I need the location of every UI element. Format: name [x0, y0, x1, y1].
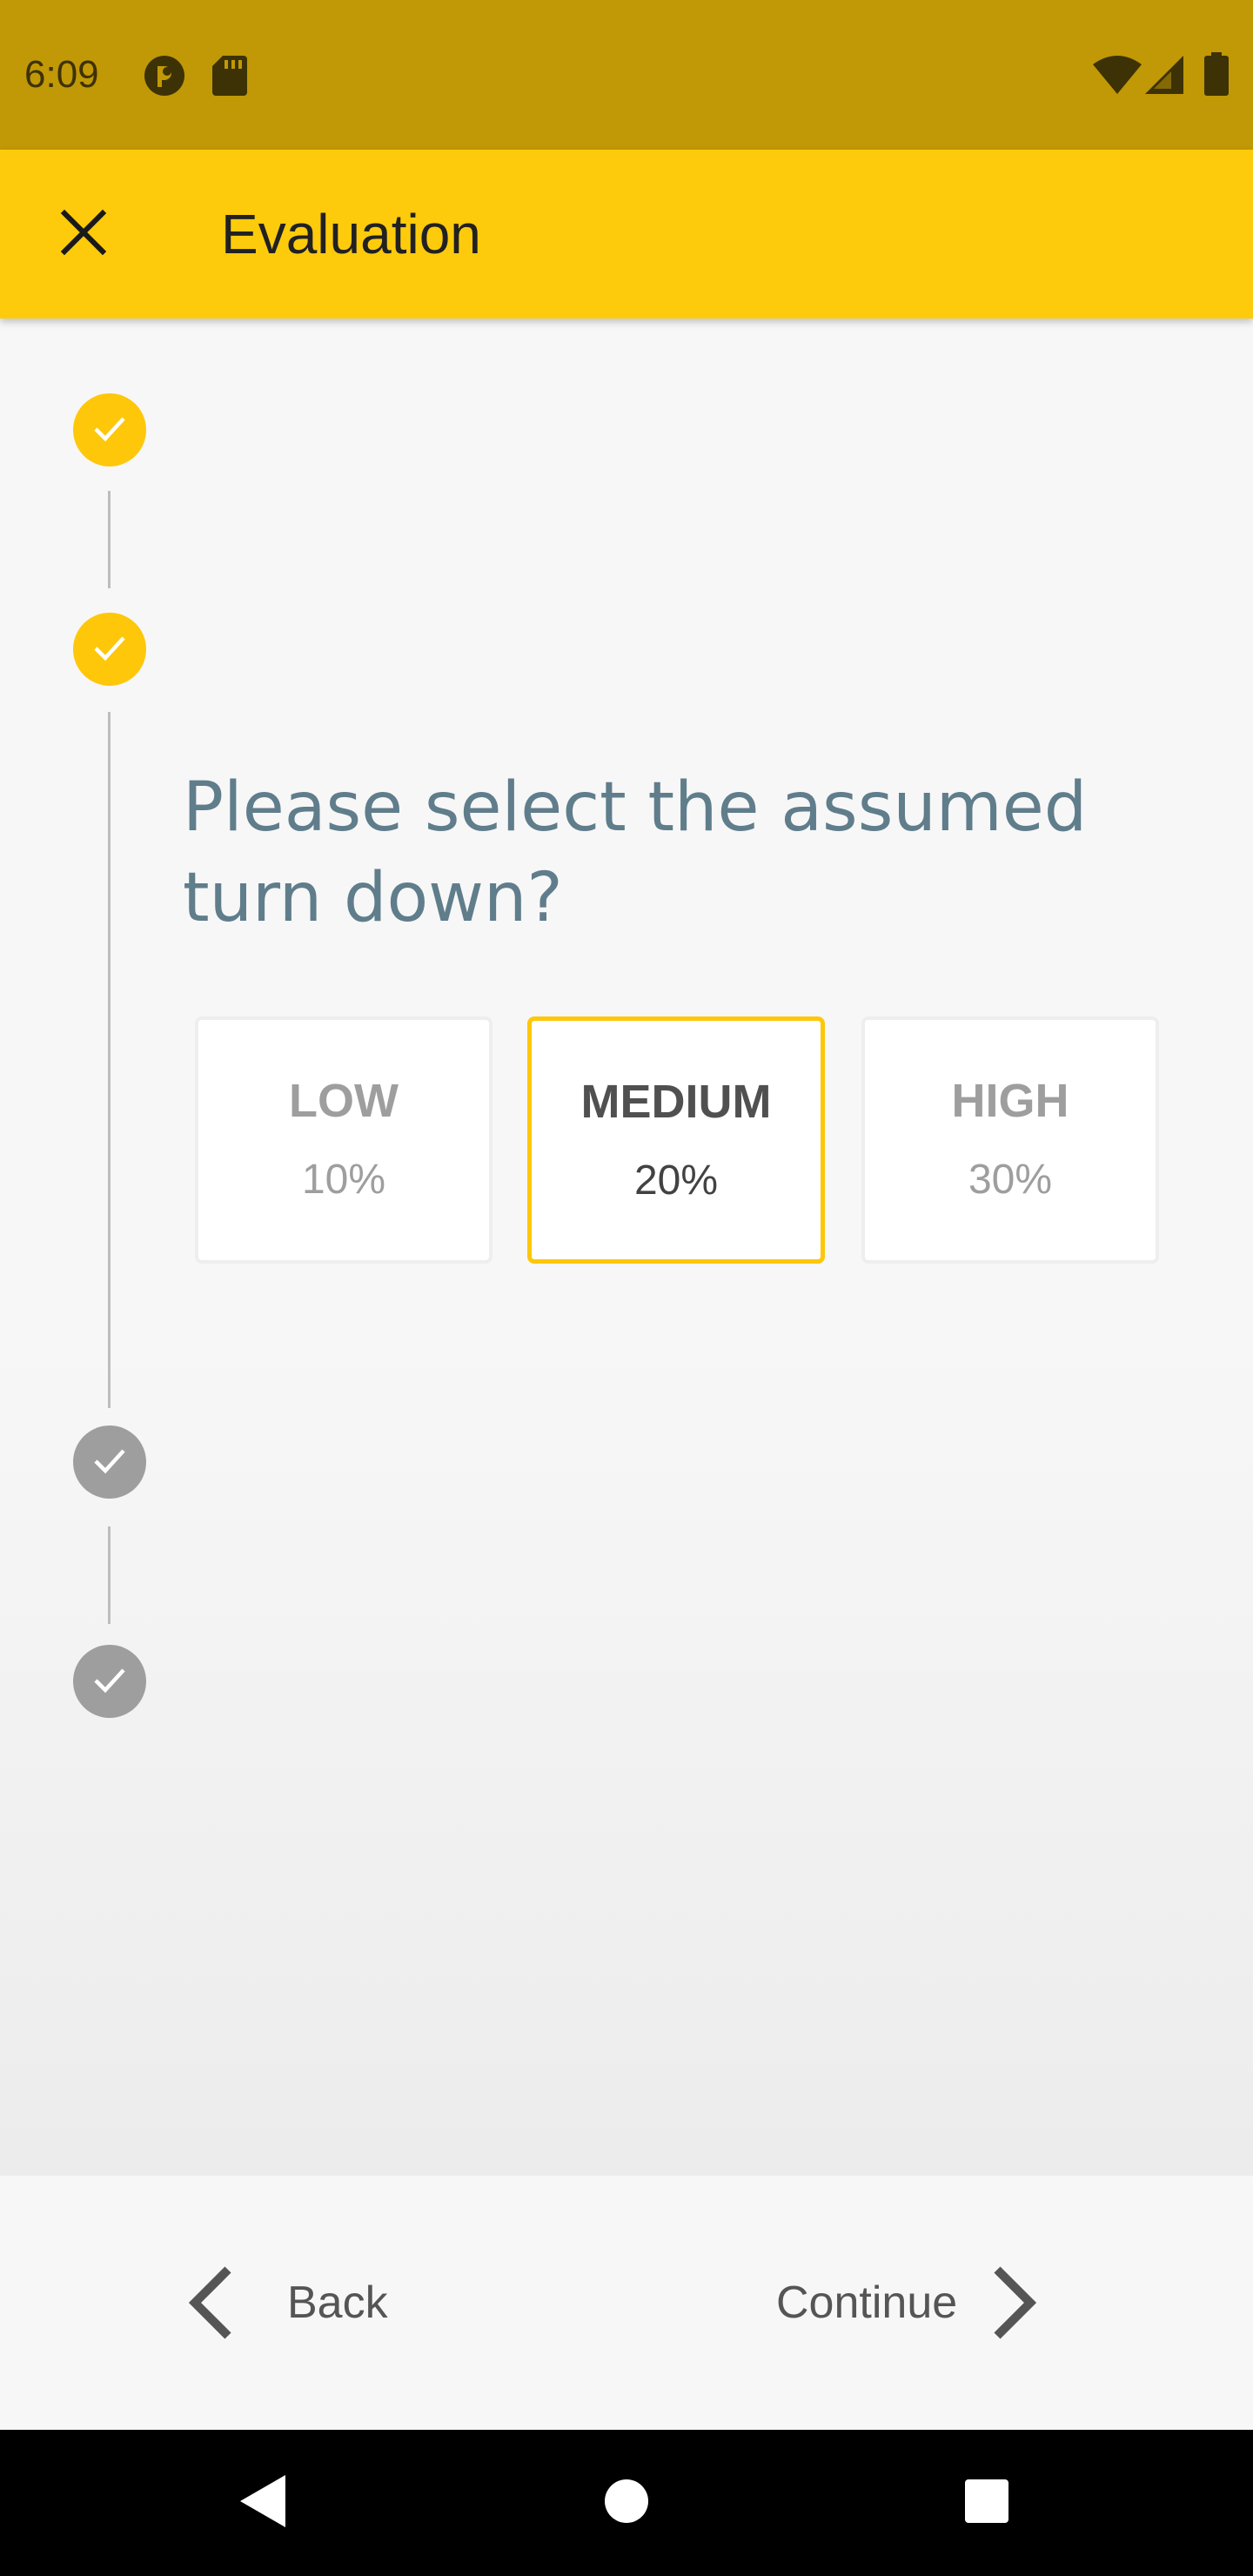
check-icon: [90, 628, 129, 671]
nav-recents-button[interactable]: [952, 2468, 1022, 2538]
bottom-action-bar: Back Continue: [0, 2176, 1253, 2430]
triangle-back-icon: [237, 2473, 289, 2533]
app-bar: Evaluation: [0, 150, 1253, 319]
back-label: Back: [287, 2277, 388, 2328]
circle-home-icon: [603, 2478, 650, 2529]
option-value: 10%: [301, 1157, 386, 1203]
step-3-indicator[interactable]: [73, 1426, 146, 1499]
app-notification-icon: [143, 54, 186, 102]
continue-label: Continue: [776, 2277, 958, 2328]
wifi-icon: [1093, 56, 1142, 98]
close-icon: [59, 208, 108, 261]
check-icon: [90, 1441, 129, 1484]
step-2-indicator[interactable]: [73, 613, 146, 686]
battery-icon: [1204, 52, 1229, 100]
chevron-left-icon: [184, 2264, 237, 2341]
step-1-indicator[interactable]: [73, 393, 146, 466]
square-recents-icon: [963, 2478, 1010, 2529]
option-value: 30%: [968, 1157, 1053, 1203]
page-title: Evaluation: [221, 203, 481, 265]
option-medium[interactable]: MEDIUM 20%: [527, 1016, 825, 1264]
step-connector: [108, 491, 111, 588]
option-value: 20%: [633, 1157, 719, 1204]
cellular-signal-icon: [1145, 56, 1183, 98]
back-button[interactable]: Back: [184, 2251, 388, 2355]
option-low[interactable]: LOW 10%: [195, 1016, 492, 1264]
step-connector: [108, 712, 111, 1408]
option-label: MEDIUM: [580, 1076, 772, 1128]
nav-home-button[interactable]: [592, 2468, 661, 2538]
option-high[interactable]: HIGH 30%: [861, 1016, 1159, 1264]
step-question: Please select the assumed turn down?: [183, 768, 1088, 937]
check-icon: [90, 409, 129, 452]
close-button[interactable]: [42, 192, 125, 276]
system-nav-bar: [0, 2430, 1253, 2576]
continue-button[interactable]: Continue: [776, 2251, 1041, 2355]
step-4-indicator[interactable]: [73, 1645, 146, 1718]
sd-card-icon: [212, 56, 247, 100]
status-bar: 6:09: [0, 0, 1253, 150]
option-label: LOW: [289, 1075, 399, 1127]
step-connector: [108, 1526, 111, 1624]
option-label: HIGH: [951, 1075, 1069, 1127]
nav-back-button[interactable]: [228, 2468, 298, 2538]
status-time: 6:09: [24, 53, 99, 96]
check-icon: [90, 1660, 129, 1703]
chevron-right-icon: [988, 2264, 1041, 2341]
stepper: Please select the assumed turn down? LOW…: [0, 319, 1253, 2176]
